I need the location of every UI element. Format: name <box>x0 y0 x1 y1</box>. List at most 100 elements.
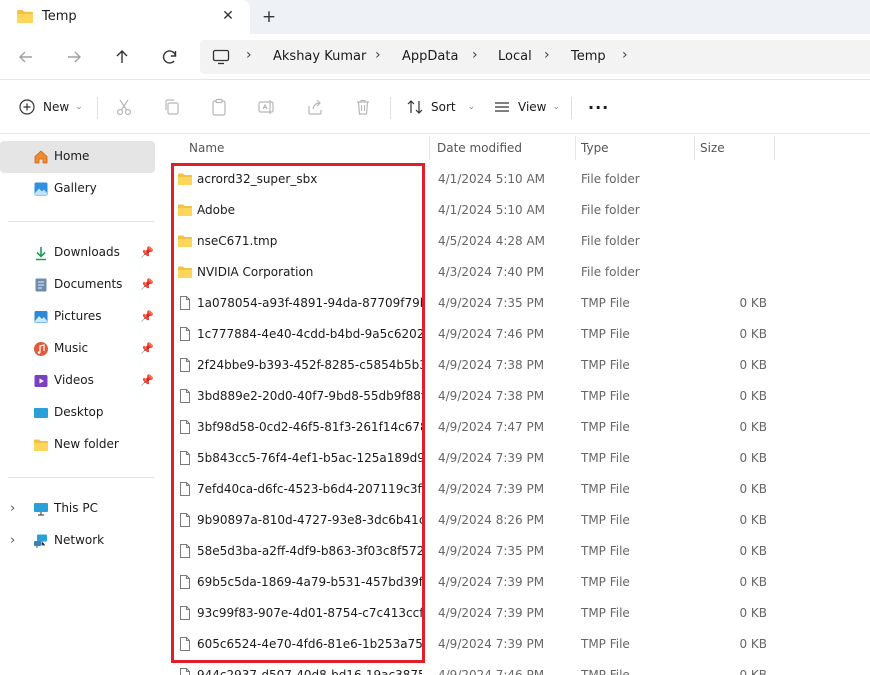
sidebar-item-new-folder[interactable]: New folder <box>0 429 155 461</box>
file-icon <box>180 482 190 496</box>
close-tab-button[interactable]: ✕ <box>218 6 238 26</box>
sort-button[interactable]: Sort ⌄ <box>406 96 475 118</box>
column-header-size[interactable]: Size <box>695 134 775 162</box>
forward-arrow-icon[interactable] <box>62 45 86 69</box>
breadcrumb-akshay-kumar[interactable]: Akshay Kumar <box>273 49 366 64</box>
paste-icon[interactable] <box>209 97 229 117</box>
file-size: 0 KB <box>739 451 767 465</box>
file-name: 3bf98d58-0cd2-46f5-81f3-261f14c67813.t..… <box>197 420 422 434</box>
table-row[interactable]: 2f24bbe9-b393-452f-8285-c5854b5b3f15....… <box>160 350 870 381</box>
table-row[interactable]: 3bd889e2-20d0-40f7-9bd8-55db9f88f24a....… <box>160 381 870 412</box>
cut-icon[interactable] <box>114 97 134 117</box>
file-date-modified: 4/9/2024 7:38 PM <box>438 358 545 372</box>
file-type: TMP File <box>581 482 630 496</box>
table-row[interactable]: acrord32_super_sbx 4/1/2024 5:10 AM File f… <box>160 164 870 195</box>
file-date-modified: 4/1/2024 5:10 AM <box>438 172 546 186</box>
pin-icon[interactable]: 📌 <box>140 374 154 387</box>
toolbar-divider <box>390 97 391 119</box>
video-icon <box>34 375 48 387</box>
new-button[interactable]: New ⌄ <box>18 96 83 118</box>
breadcrumb-local[interactable]: Local <box>498 49 532 64</box>
column-header-name[interactable]: Name <box>179 134 429 162</box>
sort-icon <box>407 100 423 114</box>
network-icon <box>34 534 47 548</box>
sidebar-item-downloads[interactable]: Downloads 📌 <box>0 237 155 269</box>
table-row[interactable]: 69b5c5da-1869-4a79-b531-457bd39f7c74....… <box>160 567 870 598</box>
file-type: File folder <box>581 203 640 217</box>
file-icon <box>180 420 190 434</box>
pin-icon[interactable]: 📌 <box>140 246 154 259</box>
table-row[interactable]: 58e5d3ba-a2ff-4df9-b863-3f03c8f57213.t..… <box>160 536 870 567</box>
monitor-icon <box>212 49 230 65</box>
sidebar-item-music[interactable]: Music 📌 <box>0 333 155 365</box>
pin-icon[interactable]: 📌 <box>140 342 154 355</box>
chevron-right-icon[interactable]: › <box>10 501 15 516</box>
file-type: TMP File <box>581 296 630 310</box>
sidebar-item-documents[interactable]: Documents 📌 <box>0 269 155 301</box>
file-size: 0 KB <box>739 327 767 341</box>
folder-icon <box>34 439 48 451</box>
sidebar-item-label: Network <box>54 533 105 547</box>
table-row[interactable]: NVIDIA Corporation 4/3/2024 7:40 PM File f… <box>160 257 870 288</box>
refresh-icon[interactable] <box>158 45 182 69</box>
address-bar[interactable]: › Akshay Kumar › AppData › Local › Temp … <box>200 40 870 74</box>
view-button-label: View <box>518 100 547 114</box>
table-row[interactable]: 1a078054-a93f-4891-94da-87709f79b184.t..… <box>160 288 870 319</box>
folder-icon <box>17 10 33 23</box>
table-row[interactable]: 7efd40ca-d6fc-4523-b6d4-207119c3ff5a.t..… <box>160 474 870 505</box>
file-type: TMP File <box>581 637 630 651</box>
file-date-modified: 4/9/2024 7:47 PM <box>438 420 545 434</box>
file-name: nseC671.tmp <box>197 234 278 248</box>
file-date-modified: 4/9/2024 7:35 PM <box>438 296 545 310</box>
file-type: TMP File <box>581 668 630 675</box>
table-row[interactable]: 3bf98d58-0cd2-46f5-81f3-261f14c67813.t..… <box>160 412 870 443</box>
column-header-date[interactable]: Date modified <box>430 134 575 162</box>
folder-icon <box>178 235 192 247</box>
share-icon[interactable] <box>305 97 325 117</box>
sidebar-item-gallery[interactable]: Gallery <box>0 173 155 205</box>
chevron-down-icon: ⌄ <box>467 102 476 112</box>
plus-circle-icon <box>19 99 35 115</box>
sidebar-item-network[interactable]: › Network <box>0 525 155 557</box>
column-header-label: Size <box>700 141 725 155</box>
sidebar-item-pictures[interactable]: Pictures 📌 <box>0 301 155 333</box>
table-row[interactable]: 9b90897a-810d-4727-93e8-3dc6b41c41a6....… <box>160 505 870 536</box>
rename-icon[interactable] <box>257 97 277 117</box>
file-name: Adobe <box>197 203 235 217</box>
pin-icon[interactable]: 📌 <box>140 310 154 323</box>
table-row[interactable]: nseC671.tmp 4/5/2024 4:28 AM File folder <box>160 226 870 257</box>
back-arrow-icon[interactable] <box>14 45 38 69</box>
trash-icon[interactable] <box>353 97 373 117</box>
file-type: TMP File <box>581 513 630 527</box>
sidebar-item-videos[interactable]: Videos 📌 <box>0 365 155 397</box>
table-row[interactable]: 5b843cc5-76f4-4ef1-b5ac-125a189d9917....… <box>160 443 870 474</box>
view-button[interactable]: View ⌄ <box>493 96 560 118</box>
table-row[interactable]: Adobe 4/1/2024 5:10 AM File folder <box>160 195 870 226</box>
more-options-button[interactable]: ··· <box>588 96 609 118</box>
column-divider[interactable] <box>774 136 775 160</box>
column-header-type[interactable]: Type <box>576 134 694 162</box>
pin-icon[interactable]: 📌 <box>140 278 154 291</box>
file-date-modified: 4/5/2024 4:28 AM <box>438 234 546 248</box>
file-type: TMP File <box>581 544 630 558</box>
breadcrumb-appdata[interactable]: AppData <box>402 49 458 64</box>
table-row[interactable]: 944c2937-d507-40d8-bd16-19ac3875594... 4/… <box>160 660 870 675</box>
up-arrow-icon[interactable] <box>110 45 134 69</box>
chevron-right-icon[interactable]: › <box>10 533 15 548</box>
table-row[interactable]: 1c777884-4e40-4cdd-b4bd-9a5c6202455... 4/… <box>160 319 870 350</box>
table-row[interactable]: 93c99f83-907e-4d01-8754-c7c413ccfe84.t..… <box>160 598 870 629</box>
table-row[interactable]: 605c6524-4e70-4fd6-81e6-1b253a754310....… <box>160 629 870 660</box>
new-tab-button[interactable]: + <box>258 6 280 28</box>
file-name: 944c2937-d507-40d8-bd16-19ac3875594... <box>197 668 422 675</box>
sidebar-item-this-pc[interactable]: › This PC <box>0 493 155 525</box>
sidebar-item-desktop[interactable]: Desktop <box>0 397 155 429</box>
sidebar-item-label: Documents <box>54 277 123 291</box>
folder-icon <box>178 204 192 216</box>
copy-icon[interactable] <box>162 97 182 117</box>
breadcrumb-temp[interactable]: Temp <box>571 49 606 64</box>
tab-temp[interactable]: Temp ✕ <box>0 0 250 34</box>
file-name: NVIDIA Corporation <box>197 265 314 279</box>
file-name: 3bd889e2-20d0-40f7-9bd8-55db9f88f24a.... <box>197 389 422 403</box>
sidebar-item-home[interactable]: Home <box>0 141 155 173</box>
file-icon <box>180 389 190 403</box>
